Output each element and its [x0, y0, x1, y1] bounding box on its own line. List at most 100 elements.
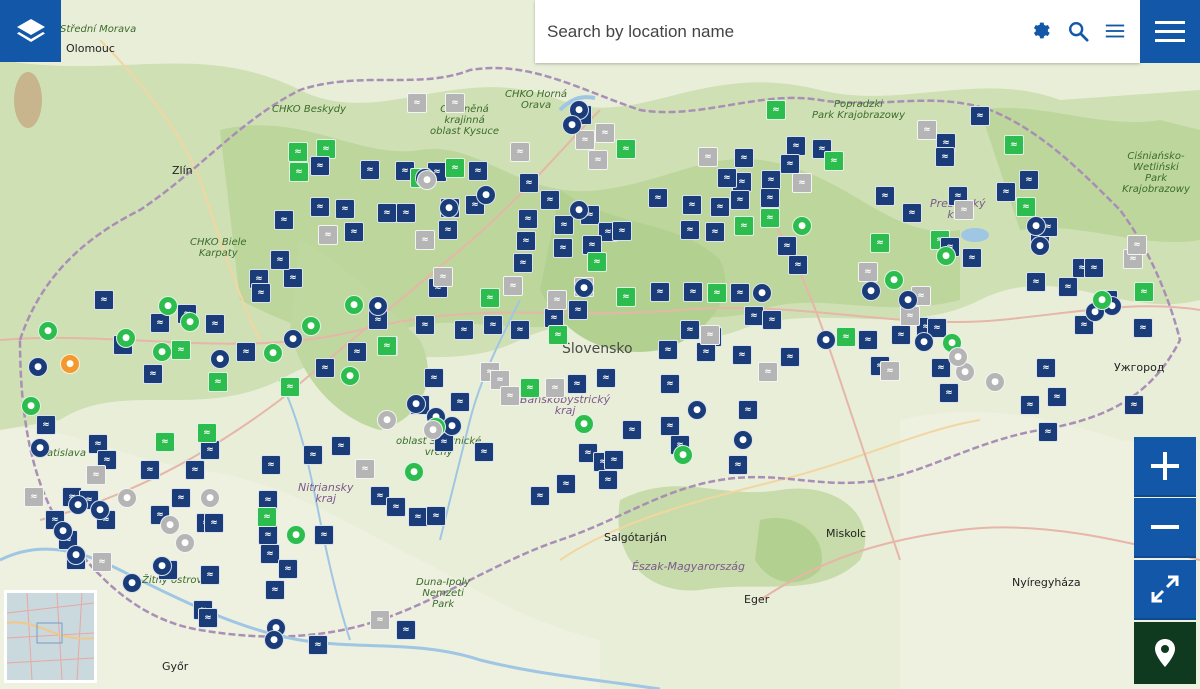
pool-marker[interactable]: ≈ [450, 392, 470, 412]
pool-marker[interactable]: ≈ [288, 142, 308, 162]
pool-marker[interactable]: ≈ [265, 580, 285, 600]
pool-marker[interactable]: ≈ [208, 372, 228, 392]
pool-marker[interactable]: ≈ [200, 565, 220, 585]
pool-marker[interactable]: ≈ [780, 347, 800, 367]
water-source-marker[interactable]: ● [368, 296, 388, 316]
pool-marker[interactable]: ≈ [519, 173, 539, 193]
pool-marker[interactable]: ≈ [143, 364, 163, 384]
pool-marker[interactable]: ≈ [483, 315, 503, 335]
pool-marker[interactable]: ≈ [1047, 387, 1067, 407]
pool-marker[interactable]: ≈ [696, 342, 716, 362]
water-source-marker[interactable]: ● [985, 372, 1005, 392]
water-source-marker[interactable]: ● [439, 198, 459, 218]
pool-marker[interactable]: ≈ [596, 368, 616, 388]
pool-marker[interactable]: ≈ [331, 436, 351, 456]
pool-marker[interactable]: ≈ [734, 216, 754, 236]
pool-marker[interactable]: ≈ [1026, 272, 1046, 292]
pool-marker[interactable]: ≈ [258, 525, 278, 545]
pool-marker[interactable]: ≈ [824, 151, 844, 171]
fullscreen-button[interactable] [1134, 560, 1196, 620]
water-source-marker[interactable]: ● [344, 295, 364, 315]
pool-marker[interactable]: ≈ [658, 340, 678, 360]
pool-marker[interactable]: ≈ [761, 170, 781, 190]
pool-marker[interactable]: ≈ [150, 313, 170, 333]
pool-marker[interactable]: ≈ [1127, 235, 1147, 255]
search-input[interactable] [545, 16, 1019, 48]
pool-marker[interactable]: ≈ [185, 460, 205, 480]
search-button[interactable] [1065, 18, 1091, 44]
water-source-marker[interactable]: ● [122, 573, 142, 593]
pool-marker[interactable]: ≈ [197, 423, 217, 443]
pool-marker[interactable]: ≈ [744, 306, 764, 326]
water-source-marker[interactable]: ● [861, 281, 881, 301]
pool-marker[interactable]: ≈ [970, 106, 990, 126]
water-source-marker[interactable]: ● [377, 410, 397, 430]
map-canvas[interactable]: Střední Morava Olomouc CHKO Beskydy Chrá… [0, 0, 1200, 689]
water-source-marker[interactable]: ● [733, 430, 753, 450]
water-source-marker[interactable]: ● [301, 316, 321, 336]
pool-marker[interactable]: ≈ [36, 415, 56, 435]
water-source-marker[interactable]: ● [28, 357, 48, 377]
pool-marker[interactable]: ≈ [445, 93, 465, 113]
pool-marker[interactable]: ≈ [396, 203, 416, 223]
pool-marker[interactable]: ≈ [1036, 358, 1056, 378]
pool-marker[interactable]: ≈ [758, 362, 778, 382]
water-source-marker[interactable]: ● [117, 488, 137, 508]
pool-marker[interactable]: ≈ [280, 377, 300, 397]
pool-marker[interactable]: ≈ [680, 220, 700, 240]
water-source-marker[interactable]: ● [687, 400, 707, 420]
pool-marker[interactable]: ≈ [683, 282, 703, 302]
pool-marker[interactable]: ≈ [468, 161, 488, 181]
water-source-marker[interactable]: ● [406, 394, 426, 414]
pool-marker[interactable]: ≈ [556, 474, 576, 494]
pool-marker[interactable]: ≈ [732, 345, 752, 365]
pool-marker[interactable]: ≈ [86, 465, 106, 485]
pool-marker[interactable]: ≈ [503, 276, 523, 296]
pool-marker[interactable]: ≈ [935, 147, 955, 167]
pool-marker[interactable]: ≈ [251, 283, 271, 303]
pool-marker[interactable]: ≈ [314, 525, 334, 545]
water-source-marker[interactable]: ● [66, 545, 86, 565]
pool-marker[interactable]: ≈ [1019, 170, 1039, 190]
pool-marker[interactable]: ≈ [650, 282, 670, 302]
water-source-marker[interactable]: ● [38, 321, 58, 341]
water-source-marker[interactable]: ● [417, 170, 437, 190]
pool-marker[interactable]: ≈ [396, 620, 416, 640]
water-source-marker[interactable]: ● [200, 488, 220, 508]
pool-marker[interactable]: ≈ [1058, 277, 1078, 297]
water-source-marker[interactable]: ● [68, 495, 88, 515]
pool-marker[interactable]: ≈ [880, 361, 900, 381]
pool-marker[interactable]: ≈ [344, 222, 364, 242]
main-menu-button[interactable] [1140, 0, 1200, 63]
pool-marker[interactable]: ≈ [1124, 395, 1144, 415]
pool-marker[interactable]: ≈ [445, 158, 465, 178]
pool-marker[interactable]: ≈ [760, 208, 780, 228]
pool-marker[interactable]: ≈ [426, 506, 446, 526]
pool-marker[interactable]: ≈ [261, 455, 281, 475]
pool-marker[interactable]: ≈ [540, 190, 560, 210]
water-source-marker[interactable]: ● [30, 438, 50, 458]
water-source-marker[interactable]: ● [752, 283, 772, 303]
pool-marker[interactable]: ≈ [516, 231, 536, 251]
pool-marker[interactable]: ≈ [710, 197, 730, 217]
pool-marker[interactable]: ≈ [1134, 282, 1154, 302]
zoom-in-button[interactable] [1134, 437, 1196, 497]
pool-marker[interactable]: ≈ [939, 383, 959, 403]
water-source-marker[interactable]: ● [21, 396, 41, 416]
pool-marker[interactable]: ≈ [283, 268, 303, 288]
pool-marker[interactable]: ≈ [547, 290, 567, 310]
water-source-marker[interactable]: ● [476, 185, 496, 205]
pool-marker[interactable]: ≈ [730, 190, 750, 210]
pool-marker[interactable]: ≈ [622, 420, 642, 440]
pool-marker[interactable]: ≈ [836, 327, 856, 347]
pool-marker[interactable]: ≈ [205, 314, 225, 334]
pool-marker[interactable]: ≈ [370, 610, 390, 630]
pool-marker[interactable]: ≈ [1016, 197, 1036, 217]
water-source-marker[interactable]: ● [175, 533, 195, 553]
pool-marker[interactable]: ≈ [260, 544, 280, 564]
pool-marker[interactable]: ≈ [415, 230, 435, 250]
pool-marker[interactable]: ≈ [308, 635, 328, 655]
pool-marker[interactable]: ≈ [954, 200, 974, 220]
pool-marker[interactable]: ≈ [730, 283, 750, 303]
water-source-marker[interactable]: ● [90, 500, 110, 520]
